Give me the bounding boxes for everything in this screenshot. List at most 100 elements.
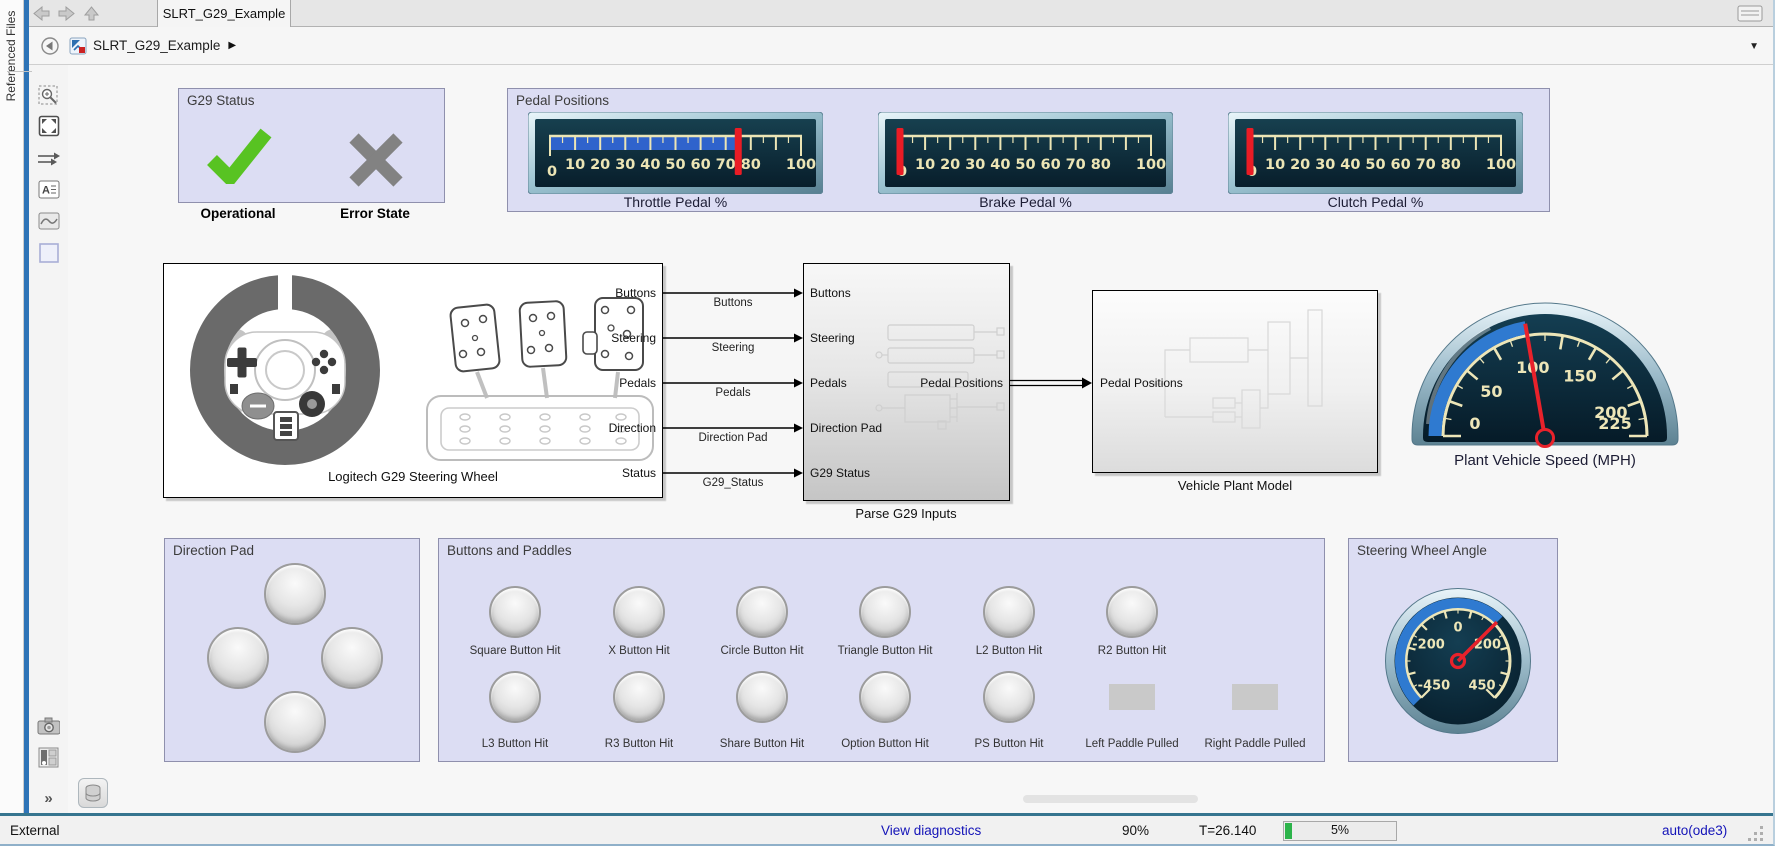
out-port-pedal-positions: Pedal Positions [893, 376, 1003, 391]
panel-layout-icon[interactable] [1737, 5, 1763, 22]
x-button-lamp[interactable] [613, 586, 665, 638]
dpad-right-lamp[interactable] [321, 627, 383, 689]
panel-title: Pedal Positions [516, 93, 609, 108]
lamp-label: Left Paddle Pulled [1073, 738, 1191, 750]
resize-grip-icon[interactable] [1748, 826, 1764, 842]
svg-text:30: 30 [615, 157, 635, 173]
circle-button-lamp[interactable] [736, 586, 788, 638]
svg-text:100: 100 [1486, 157, 1516, 173]
annotation-icon[interactable]: A [37, 178, 60, 201]
svg-text:80: 80 [1441, 157, 1461, 173]
panel-title: Steering Wheel Angle [1357, 543, 1487, 558]
in-port-direction-pad: Direction Pad [810, 421, 936, 436]
out-port-direction: Direction [566, 421, 656, 436]
breadcrumb-expand-icon[interactable]: ▶ [228, 40, 236, 51]
svg-text:60: 60 [691, 157, 711, 173]
clutch-caption: Clutch Pedal % [1228, 194, 1523, 210]
scope-icon[interactable] [37, 209, 60, 232]
svg-text:60: 60 [1391, 157, 1411, 173]
plant-block-label: Vehicle Plant Model [1085, 478, 1385, 493]
throttle-gauge[interactable]: 01020304050607080100 [528, 112, 823, 194]
model-data-button[interactable] [78, 778, 108, 808]
svg-text:30: 30 [965, 157, 985, 173]
status-bar: External View diagnostics 90% T=26.140 5… [0, 813, 1775, 846]
svg-text:0: 0 [1453, 621, 1462, 636]
signal-label: Pedals [673, 387, 793, 399]
ps-button-lamp[interactable] [983, 671, 1035, 723]
simulation-time: T=26.140 [1199, 823, 1256, 838]
area-icon[interactable] [37, 241, 60, 264]
chevron-down-icon[interactable]: ▼ [1749, 41, 1759, 52]
in-port-g29-status: G29 Status [810, 466, 930, 481]
up-icon[interactable] [83, 6, 100, 21]
r3-button-lamp[interactable] [613, 671, 665, 723]
svg-text:450: 450 [1468, 679, 1495, 694]
svg-text:20: 20 [1290, 157, 1310, 173]
lamp-label: Share Button Hit [703, 738, 821, 750]
model-browser-icon[interactable] [37, 746, 60, 769]
lamp-label: Option Button Hit [826, 738, 944, 750]
source-block-label: Logitech G29 Steering Wheel [263, 469, 563, 484]
fit-to-view-icon[interactable] [37, 114, 60, 137]
dpad-left-lamp[interactable] [207, 627, 269, 689]
lamp-label: Circle Button Hit [703, 645, 821, 657]
throttle-caption: Throttle Pedal % [528, 194, 823, 210]
progress-bar: 5% [1283, 821, 1397, 841]
zoom-level: 90% [1122, 823, 1149, 838]
tab-label: SLRT_G29_Example [163, 6, 286, 21]
steering-angle-gauge[interactable]: -450-2000200450 [1383, 586, 1533, 736]
back-icon[interactable] [33, 6, 50, 21]
breadcrumb-bar: SLRT_G29_Example ▶ ▼ [29, 27, 1773, 65]
r2-button-lamp[interactable] [1106, 586, 1158, 638]
database-icon [85, 784, 101, 802]
lamp-label: Right Paddle Pulled [1196, 738, 1314, 750]
svg-text:10: 10 [565, 157, 585, 173]
tab-model[interactable]: SLRT_G29_Example [157, 0, 291, 27]
svg-text:30: 30 [1315, 157, 1335, 173]
error-x-icon[interactable] [348, 132, 404, 188]
signal-label: Steering [673, 342, 793, 354]
simulink-window: SLRT_G29_Example SLRT_G29_Example ▶ ▼ Re… [0, 0, 1775, 846]
svg-text:20: 20 [940, 157, 960, 173]
dpad-up-lamp[interactable] [264, 563, 326, 625]
svg-text:10: 10 [915, 157, 935, 173]
right-paddle-indicator[interactable] [1232, 684, 1278, 710]
hide-navigation-icon[interactable] [41, 37, 59, 55]
solver-link[interactable]: auto(ode3) [1662, 823, 1727, 838]
referenced-files-strip[interactable]: Referenced Files [0, 0, 24, 813]
view-diagnostics-link[interactable]: View diagnostics [881, 823, 981, 838]
more-tools-icon[interactable]: » [37, 787, 60, 810]
svg-text:50: 50 [1365, 157, 1385, 173]
in-port-steering: Steering [810, 331, 930, 346]
square-button-lamp[interactable] [489, 586, 541, 638]
out-port-status: Status [566, 466, 656, 481]
zoom-in-icon[interactable] [37, 84, 60, 107]
lamp-label: Square Button Hit [456, 645, 574, 657]
forward-icon[interactable] [58, 6, 75, 21]
svg-text:50: 50 [1015, 157, 1035, 173]
brake-gauge[interactable]: 01020304050607080100 [878, 112, 1173, 194]
l2-button-lamp[interactable] [983, 586, 1035, 638]
svg-text:20: 20 [590, 157, 610, 173]
horizontal-scrollbar[interactable] [1023, 795, 1198, 803]
lamp-label: R3 Button Hit [580, 738, 698, 750]
option-button-lamp[interactable] [859, 671, 911, 723]
svg-text:70: 70 [1416, 157, 1436, 173]
signal-label: G29_Status [673, 477, 793, 489]
left-paddle-indicator[interactable] [1109, 684, 1155, 710]
screenshot-icon[interactable] [37, 714, 60, 737]
breadcrumb[interactable]: SLRT_G29_Example [93, 38, 220, 53]
signal-routing-icon[interactable] [37, 147, 60, 170]
clutch-gauge[interactable]: 01020304050607080100 [1228, 112, 1523, 194]
lamp-label: X Button Hit [580, 645, 698, 657]
share-button-lamp[interactable] [736, 671, 788, 723]
operational-check-icon[interactable] [206, 126, 272, 184]
progress-percent: 5% [1284, 823, 1396, 837]
dpad-down-lamp[interactable] [264, 691, 326, 753]
l3-button-lamp[interactable] [489, 671, 541, 723]
lamp-label: L3 Button Hit [456, 738, 574, 750]
triangle-button-lamp[interactable] [859, 586, 911, 638]
plant-vehicle-speed-gauge[interactable]: 050100150200225 [1410, 296, 1680, 448]
svg-text:60: 60 [1041, 157, 1061, 173]
signal-label: Buttons [673, 297, 793, 309]
